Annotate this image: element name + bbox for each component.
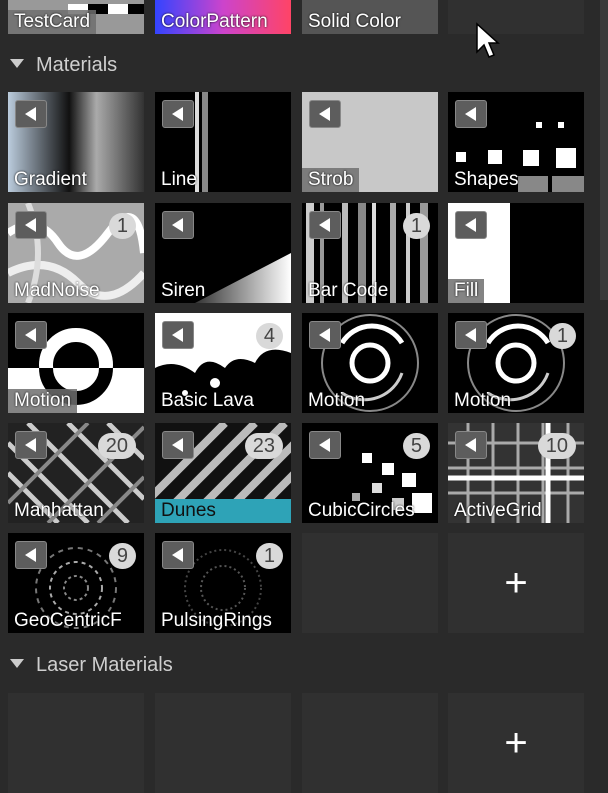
tile-label: GeoCentricF: [14, 610, 122, 631]
material-tile-cubiccircles[interactable]: 5 CubicCircles: [302, 423, 438, 523]
play-left-icon[interactable]: [162, 431, 194, 459]
play-left-icon[interactable]: [455, 100, 487, 128]
material-tile-gradient[interactable]: Gradient: [8, 92, 144, 192]
material-tile-siren[interactable]: Siren: [155, 203, 291, 303]
material-tile-dunes[interactable]: 23 Dunes: [155, 423, 291, 523]
material-tile-fill[interactable]: Fill: [448, 203, 584, 303]
usage-count-badge: 1: [108, 213, 136, 239]
add-laser-material-button[interactable]: +: [448, 693, 584, 793]
tile-label: Motion: [8, 389, 78, 413]
triangle-down-icon[interactable]: [10, 659, 24, 669]
material-tile-motion-3[interactable]: 1 Motion: [448, 313, 584, 413]
play-left-icon[interactable]: [15, 211, 47, 239]
tile-label: Strob: [302, 168, 360, 192]
material-tile-line[interactable]: Line: [155, 92, 291, 192]
material-tile-shapes[interactable]: Shapes: [448, 92, 584, 192]
material-tile-motion-2[interactable]: Motion: [302, 313, 438, 413]
section-title: Materials: [36, 54, 118, 76]
triangle-down-icon[interactable]: [10, 59, 24, 69]
empty-slot[interactable]: [302, 533, 438, 633]
material-tile-madnoise[interactable]: 1 MadNoise: [8, 203, 144, 303]
empty-slot[interactable]: [155, 693, 291, 793]
empty-slot[interactable]: [448, 0, 584, 34]
scrollbar[interactable]: [600, 0, 608, 300]
usage-count-badge: 9: [108, 543, 136, 569]
usage-count-badge: 1: [255, 543, 283, 569]
tile-label: Bar Code: [308, 280, 389, 301]
plus-icon: +: [504, 720, 528, 765]
tile-label: TestCard: [8, 10, 97, 34]
play-left-icon[interactable]: [455, 431, 487, 459]
material-tile-strob[interactable]: Strob: [302, 92, 438, 192]
material-tile-motion-1[interactable]: Motion: [8, 313, 144, 413]
tile-label: Manhattan: [14, 500, 104, 521]
tile-label: Fill: [448, 279, 485, 303]
empty-slot[interactable]: [8, 693, 144, 793]
material-tile-bar-code[interactable]: 1 Bar Code: [302, 203, 438, 303]
play-left-icon[interactable]: [455, 211, 487, 239]
play-left-icon[interactable]: [15, 541, 47, 569]
tile-label: PulsingRings: [161, 610, 272, 631]
tile-label: CubicCircles: [308, 500, 415, 521]
mouse-cursor-icon: [476, 22, 500, 58]
add-material-button[interactable]: +: [448, 533, 584, 633]
tile-label: Gradient: [14, 169, 87, 190]
usage-count-badge: 1: [548, 323, 576, 349]
play-left-icon[interactable]: [455, 321, 487, 349]
usage-count-badge: 1: [402, 213, 430, 239]
material-tile-solid-color[interactable]: Solid Color: [302, 0, 438, 34]
play-left-icon[interactable]: [309, 321, 341, 349]
tile-label-selected: Dunes: [155, 499, 291, 523]
play-left-icon[interactable]: [309, 431, 341, 459]
material-tile-pulsingrings[interactable]: 1 PulsingRings: [155, 533, 291, 633]
material-tile-testcard[interactable]: TestCard: [8, 0, 144, 34]
usage-count-badge: 23: [244, 433, 283, 459]
play-left-icon[interactable]: [309, 100, 341, 128]
play-left-icon[interactable]: [15, 431, 47, 459]
material-tile-colorpattern[interactable]: ColorPattern: [155, 0, 291, 34]
tile-label: Line: [161, 169, 197, 190]
tile-label: Siren: [161, 280, 206, 301]
material-tile-activegrid[interactable]: 10 ActiveGrid: [448, 423, 584, 523]
usage-count-badge: 5: [402, 433, 430, 459]
play-left-icon[interactable]: [162, 211, 194, 239]
usage-count-badge: 20: [97, 433, 136, 459]
laser-materials-section-header[interactable]: Laser Materials: [10, 650, 173, 680]
tile-label: Motion: [454, 390, 512, 411]
material-tile-manhattan[interactable]: 20 Manhattan: [8, 423, 144, 523]
empty-slot[interactable]: [302, 693, 438, 793]
section-title: Laser Materials: [36, 654, 173, 676]
tile-label: Basic Lava: [161, 390, 254, 411]
material-tile-geocentricf[interactable]: 9 GeoCentricF: [8, 533, 144, 633]
play-left-icon[interactable]: [162, 100, 194, 128]
tile-label: Solid Color: [308, 11, 401, 32]
play-left-icon[interactable]: [162, 541, 194, 569]
play-left-icon[interactable]: [15, 321, 47, 349]
materials-section-header[interactable]: Materials: [10, 50, 117, 80]
play-left-icon[interactable]: [162, 321, 194, 349]
tile-label: ActiveGrid: [454, 500, 542, 521]
usage-count-badge: 4: [255, 323, 283, 349]
play-left-icon[interactable]: [15, 100, 47, 128]
plus-icon: +: [504, 560, 528, 605]
usage-count-badge: 10: [537, 433, 576, 459]
tile-label: Shapes: [454, 169, 519, 190]
tile-label: MadNoise: [14, 280, 100, 301]
tile-label: Motion: [308, 390, 366, 411]
play-left-icon[interactable]: [309, 211, 341, 239]
material-tile-basic-lava[interactable]: 4 Basic Lava: [155, 313, 291, 413]
tile-label: ColorPattern: [161, 11, 268, 32]
